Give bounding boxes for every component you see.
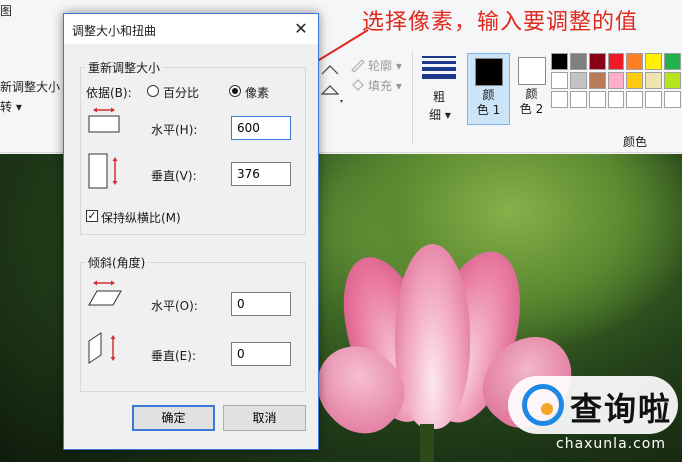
percent-radio[interactable] [147, 85, 159, 97]
color1-label-bottom: 色 1 [476, 103, 501, 117]
color2-label-top: 颜 [525, 87, 538, 101]
palette-swatch[interactable] [626, 53, 644, 70]
watermark-badge: 查询啦 [508, 376, 678, 434]
color2-label-bottom: 色 2 [519, 102, 544, 116]
palette-row [551, 72, 682, 89]
size-label-top: 粗 [433, 90, 446, 104]
fill-button[interactable]: 填充 ▾ [368, 77, 402, 94]
resize-horizontal-label: 水平(H): [151, 123, 198, 137]
palette-swatch[interactable] [626, 91, 644, 108]
percent-label[interactable]: 百分比 [163, 84, 199, 101]
dialog-titlebar[interactable]: 调整大小和扭曲 ✕ [64, 14, 318, 44]
palette-swatch[interactable] [588, 91, 606, 108]
skew-vertical-label: 垂直(E): [151, 349, 196, 363]
color1-button[interactable]: 颜 色 1 [467, 53, 510, 125]
lotus-stem [420, 424, 434, 462]
skew-horizontal-label: 水平(O): [151, 299, 198, 313]
color2-swatch [517, 57, 546, 85]
size-label-bottom: 细 ▾ [429, 108, 451, 122]
color2-button[interactable]: 颜 色 2 [510, 53, 553, 125]
resize-horizontal-input[interactable] [231, 116, 291, 140]
close-button[interactable]: ✕ [290, 18, 312, 40]
by-label: 依据(B): [86, 86, 132, 100]
palette-swatch[interactable] [569, 72, 587, 89]
palette-swatch[interactable] [664, 53, 682, 70]
ribbon-separator [412, 50, 413, 145]
watermark-name: 查询啦 [570, 390, 673, 428]
palette-swatch[interactable] [664, 91, 682, 108]
palette-row [551, 91, 682, 108]
palette-swatch[interactable] [588, 72, 606, 89]
color-palette [551, 53, 682, 110]
ribbon-image-group: 图 新调整大小 转 ▾ [0, 0, 62, 153]
skew-vertical-input[interactable] [231, 342, 291, 366]
palette-swatch[interactable] [607, 72, 625, 89]
palette-row [551, 53, 682, 70]
rotate-command[interactable]: 转 ▾ [0, 98, 22, 115]
watermark-url: chaxunla.com [556, 436, 666, 452]
keep-ratio-checkbox[interactable]: ✓ [86, 210, 98, 222]
lotus-petal [395, 244, 470, 429]
palette-swatch[interactable] [664, 72, 682, 89]
resize-group: 重新调整大小 依据(B): 百分比 像素 水平(H): 垂直(V): ✓ 保持纵… [80, 59, 306, 235]
palette-swatch[interactable] [551, 72, 568, 89]
palette-swatch[interactable] [569, 53, 587, 70]
skew-group: 倾斜(角度) 水平(O): 垂直(E): [80, 254, 306, 392]
palette-swatch[interactable] [569, 91, 587, 108]
watermark-logo-icon [522, 384, 564, 426]
resize-command[interactable]: 新调整大小 [0, 78, 60, 95]
color1-swatch [474, 58, 503, 86]
skew-horizontal-input[interactable] [231, 292, 291, 316]
resize-group-title: 重新调整大小 [85, 59, 164, 76]
palette-swatch[interactable] [645, 53, 663, 70]
palette-swatch[interactable] [607, 91, 625, 108]
palette-swatch[interactable] [645, 72, 663, 89]
palette-swatch[interactable] [626, 72, 644, 89]
skew-group-title: 倾斜(角度) [85, 254, 149, 271]
dialog-title: 调整大小和扭曲 [72, 24, 157, 38]
pixels-label[interactable]: 像素 [245, 84, 269, 101]
watermark: 查询啦 chaxunla.com [498, 370, 682, 462]
outline-button[interactable]: 轮廓 ▾ [368, 57, 402, 74]
resize-skew-dialog: 调整大小和扭曲 ✕ 重新调整大小 依据(B): 百分比 像素 水平(H): 垂直… [63, 13, 319, 450]
keep-ratio-label[interactable]: 保持纵横比(M) [101, 209, 181, 226]
resize-vertical-label: 垂直(V): [151, 169, 197, 183]
vertical-skew-icon [88, 332, 116, 364]
annotation-text: 选择像素，输入要调整的值 [362, 10, 639, 35]
horizontal-skew-icon [88, 280, 122, 306]
pixels-radio[interactable] [229, 85, 241, 97]
resize-vertical-input[interactable] [231, 162, 291, 186]
cancel-button[interactable]: 取消 [223, 405, 306, 431]
palette-swatch[interactable] [645, 91, 663, 108]
colors-group-label: 颜色 [623, 135, 648, 149]
ribbon-image-label: 图 [0, 4, 13, 18]
palette-swatch[interactable] [551, 53, 568, 70]
vertical-resize-icon [88, 153, 118, 189]
palette-swatch[interactable] [551, 91, 568, 108]
ok-button[interactable]: 确定 [132, 405, 215, 431]
palette-swatch[interactable] [607, 53, 625, 70]
line-size-icon [422, 56, 456, 79]
palette-swatch[interactable] [588, 53, 606, 70]
horizontal-resize-icon [88, 107, 120, 133]
color1-label-top: 颜 [482, 88, 495, 102]
